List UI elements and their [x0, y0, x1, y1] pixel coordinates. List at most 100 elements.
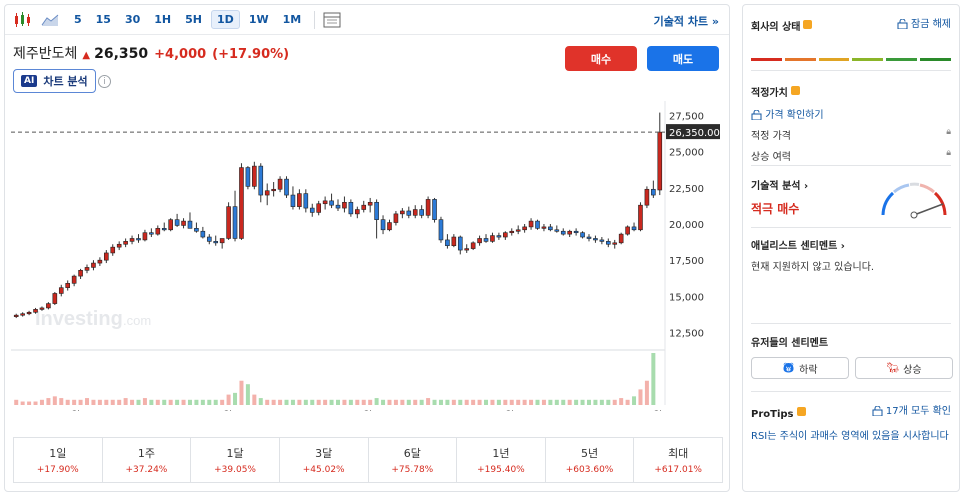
candlestick-icon[interactable]: [11, 9, 33, 31]
candle-body: [110, 246, 116, 254]
x-tick-label: 월 ': [653, 410, 668, 411]
interval-15[interactable]: 15: [91, 11, 116, 28]
candle-body: [200, 230, 206, 238]
quote-header: 제주반도체 ▲ 26,350 +4,000 (+17.90%): [13, 43, 289, 63]
volume-bar: [374, 398, 379, 405]
lock-icon: [751, 109, 762, 121]
volume-bar: [554, 399, 559, 405]
volume-bar: [432, 399, 437, 405]
volume-bar: [574, 399, 579, 405]
volume-bar: [303, 399, 308, 405]
technical-chart-link[interactable]: 기술적 차트 »: [654, 13, 719, 29]
candle-body: [252, 165, 257, 187]
y-tick-label: 17,500: [669, 256, 704, 267]
volume-bar: [361, 399, 366, 405]
analyst-title[interactable]: 애널리스트 센티멘트 ›: [751, 237, 951, 252]
ai-chart-analysis-button[interactable]: AI 차트 분석: [13, 69, 96, 93]
period-value: +37.24%: [125, 465, 168, 475]
period-1w[interactable]: 1주 +37.24%: [103, 438, 192, 482]
period-6m[interactable]: 6달 +75.78%: [369, 438, 458, 482]
upside-row: 상승 여력 🔒︎: [751, 148, 951, 163]
protips-unlock-link[interactable]: 17개 모두 확인: [872, 402, 951, 417]
period-max[interactable]: 최대 +617.01%: [634, 438, 722, 482]
candle-body: [406, 210, 412, 216]
interval-5[interactable]: 5: [69, 11, 87, 28]
unlock-label: 잠금 해제: [911, 19, 951, 30]
period-1y[interactable]: 1년 +195.40%: [457, 438, 546, 482]
candle-body: [264, 190, 270, 196]
candle-body: [329, 200, 334, 206]
interval-1m[interactable]: 1M: [278, 11, 307, 28]
status-bar-segment: [751, 58, 782, 61]
period-value: +39.05%: [214, 465, 256, 475]
status-bar-segment: [886, 58, 918, 61]
candle-body: [560, 230, 566, 235]
volume-bar: [162, 399, 167, 405]
toolbar-divider: [314, 10, 316, 29]
candle-body: [464, 248, 470, 251]
period-3m[interactable]: 3달 +45.02%: [280, 438, 369, 482]
volume-bar: [548, 399, 553, 405]
candle-body: [605, 241, 611, 245]
volume-bar: [471, 399, 476, 405]
candle-body: [425, 199, 431, 216]
divider: [751, 227, 951, 228]
y-tick-label: 27,500: [669, 111, 704, 122]
unlock-link[interactable]: 잠금 해제: [897, 15, 951, 30]
candlestick-chart[interactable]: Investing .com 27,500 25,000 22,500 20,000 17,…: [5, 101, 729, 411]
period-1d[interactable]: 1일 +17.90%: [14, 438, 103, 482]
candle-body: [297, 193, 302, 207]
candle-body: [554, 229, 560, 232]
candle-body: [290, 194, 296, 207]
table-view-icon[interactable]: [321, 9, 343, 31]
volume-bar: [213, 399, 218, 405]
candle-body: [355, 209, 360, 215]
sell-button[interactable]: 매도: [647, 46, 719, 71]
candle-body: [277, 178, 283, 190]
interval-5h[interactable]: 5H: [180, 11, 207, 28]
bullish-button[interactable]: 🐂︎ 상승: [855, 357, 953, 379]
buy-button[interactable]: 매수: [565, 46, 637, 71]
period-value: +45.02%: [302, 465, 345, 475]
candle-body: [438, 219, 444, 241]
volume-bar: [355, 399, 360, 405]
candle-body: [26, 311, 32, 315]
candle-body: [97, 259, 103, 264]
pro-icon: [796, 407, 806, 416]
volume-bar: [490, 399, 495, 405]
volume-bar: [104, 399, 109, 405]
candle-body: [638, 204, 643, 231]
volume-bar: [200, 399, 205, 405]
x-tick-label: 월 '25: [505, 410, 533, 411]
volume-bar: [142, 398, 147, 405]
period-1m[interactable]: 1달 +39.05%: [191, 438, 280, 482]
interval-1d[interactable]: 1D: [211, 10, 240, 29]
bearish-button[interactable]: 🐻︎ 하락: [751, 357, 849, 379]
candle-body: [412, 209, 418, 216]
chart-toolbar: 5 15 30 1H 5H 1D 1W 1M 기술적 차트 »: [5, 5, 729, 35]
candle-body: [393, 213, 399, 223]
volume-bar: [181, 399, 186, 405]
candle-body: [239, 167, 244, 239]
protips-text[interactable]: RSI는 주식이 과매수 영역에 있음을 시사합니다: [751, 429, 951, 444]
interval-1w[interactable]: 1W: [244, 11, 274, 28]
candle-body: [174, 219, 180, 226]
volume-bar: [387, 399, 392, 405]
volume-bar: [535, 399, 540, 405]
upside-label: 상승 여력: [751, 152, 791, 163]
period-5y[interactable]: 5년 +603.60%: [546, 438, 635, 482]
interval-30[interactable]: 30: [120, 11, 145, 28]
candle-body: [586, 236, 592, 239]
candle-body: [52, 293, 58, 304]
protips-section: ProTips 17개 모두 확인 RSI는 주식이 과매수 영역에 있음을 시…: [751, 402, 951, 444]
chart-panel: 5 15 30 1H 5H 1D 1W 1M 기술적 차트 » 제주반도체 ▲ …: [4, 4, 730, 492]
check-price-link[interactable]: 가격 확인하기: [751, 106, 951, 121]
info-icon[interactable]: i: [98, 75, 111, 88]
interval-1h[interactable]: 1H: [149, 11, 176, 28]
area-chart-icon[interactable]: [39, 9, 61, 31]
volume-bar: [625, 399, 630, 405]
status-bar-segment: [818, 58, 850, 61]
period-value: +195.40%: [477, 465, 525, 475]
candle-body: [149, 232, 154, 235]
volume-bar: [336, 399, 340, 405]
